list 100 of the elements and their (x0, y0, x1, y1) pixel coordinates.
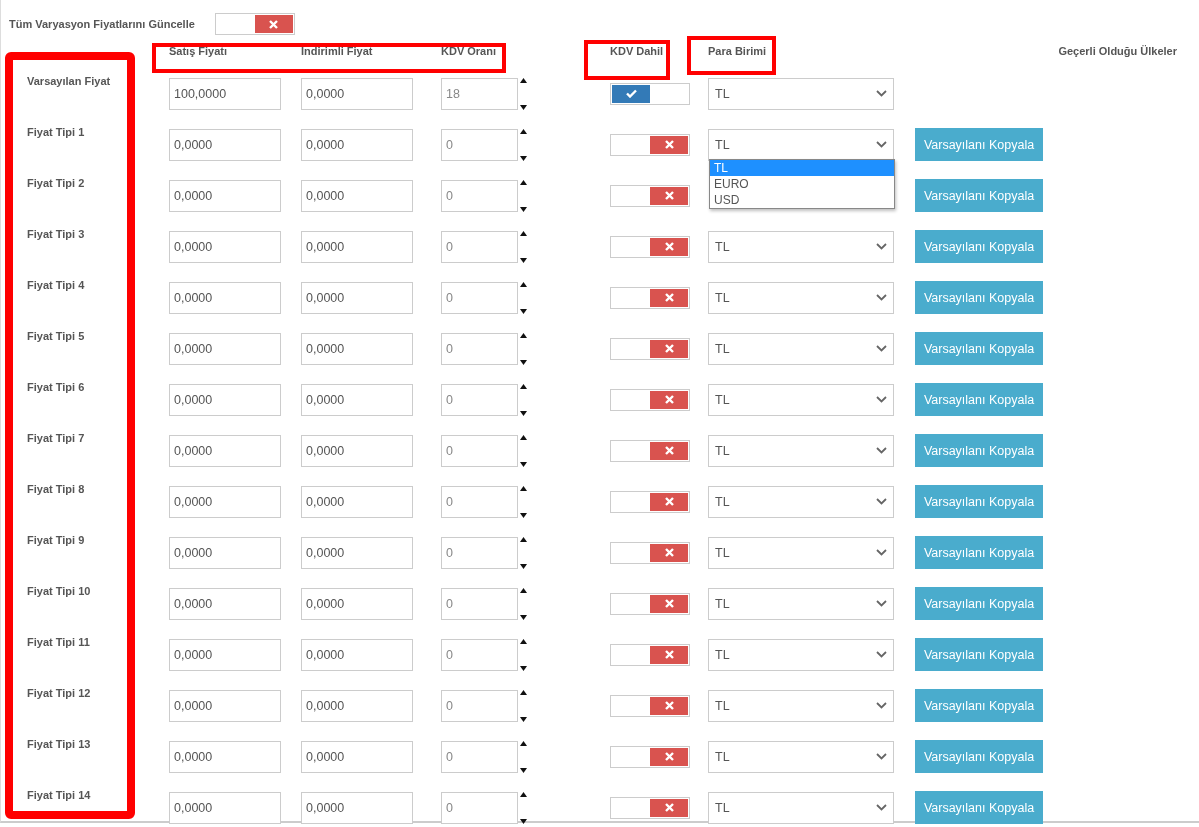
currency-select[interactable]: TL (708, 77, 894, 110)
toggle-switch[interactable] (610, 643, 690, 666)
price-field[interactable]: 0,0000 (301, 332, 413, 365)
row-label: Fiyat Tipi 5 (27, 330, 85, 342)
spinner-icon[interactable] (520, 485, 527, 518)
vat-field[interactable]: 18 (441, 77, 518, 110)
row-label: Fiyat Tipi 9 (27, 534, 85, 546)
toggle-switch[interactable] (610, 541, 690, 564)
price-field[interactable]: 0,0000 (301, 230, 413, 263)
spinner-icon[interactable] (520, 179, 527, 212)
price-field[interactable]: 0,0000 (169, 383, 281, 416)
price-field[interactable]: 0,0000 (301, 638, 413, 671)
chevron-icon (876, 345, 887, 352)
chevron-icon (876, 294, 887, 301)
toggle-switch[interactable] (610, 235, 690, 258)
spinner-icon[interactable] (520, 587, 527, 620)
currency-select[interactable]: TL (708, 587, 894, 620)
price-field[interactable]: 0,0000 (169, 740, 281, 773)
price-field[interactable]: 0,0000 (169, 689, 281, 722)
currency-select[interactable]: TL (708, 230, 894, 263)
toggle-switch[interactable] (610, 439, 690, 462)
price-field[interactable]: 0,0000 (169, 791, 281, 824)
spinner-icon[interactable] (520, 434, 527, 467)
price-field[interactable]: 0,0000 (301, 434, 413, 467)
price-field[interactable]: 0,0000 (301, 689, 413, 722)
toggle-switch[interactable] (610, 745, 690, 768)
vat-field[interactable]: 0 (441, 332, 518, 365)
currency-select[interactable]: TL (708, 791, 894, 824)
spinner-icon[interactable] (520, 791, 527, 824)
spinner-icon[interactable] (520, 77, 527, 110)
vat-field[interactable]: 0 (441, 434, 518, 467)
currency-select[interactable]: TL (708, 281, 894, 314)
price-field[interactable]: 0,0000 (301, 179, 413, 212)
price-field[interactable]: 0,0000 (301, 128, 413, 161)
toggle-switch[interactable] (610, 694, 690, 717)
vat-field[interactable]: 0 (441, 128, 518, 161)
price-field[interactable]: 0,0000 (301, 485, 413, 518)
price-field[interactable]: 0,0000 (301, 536, 413, 569)
vat-field[interactable]: 0 (441, 791, 518, 824)
spinner-icon[interactable] (520, 689, 527, 722)
dropdown-option[interactable]: USD (710, 191, 894, 208)
spinner-icon[interactable] (520, 383, 527, 416)
toggle-switch[interactable] (610, 286, 690, 309)
currency-select[interactable]: TL (708, 638, 894, 671)
chevron-icon (876, 804, 887, 811)
price-field[interactable]: 0,0000 (169, 281, 281, 314)
vat-field[interactable]: 0 (441, 587, 518, 620)
toggle-switch[interactable] (610, 82, 690, 105)
vat-field[interactable]: 0 (441, 230, 518, 263)
toggle-switch[interactable] (610, 388, 690, 411)
toggle-switch[interactable] (610, 490, 690, 513)
close-icon (664, 752, 674, 761)
vat-field[interactable]: 0 (441, 179, 518, 212)
spinner-icon[interactable] (520, 128, 527, 161)
vat-field[interactable]: 0 (441, 536, 518, 569)
currency-select[interactable]: TL (708, 383, 894, 416)
toggle-switch[interactable] (214, 13, 295, 35)
price-field[interactable]: 0,0000 (169, 179, 281, 212)
price-field[interactable]: 0,0000 (169, 536, 281, 569)
spinner-icon[interactable] (520, 740, 527, 773)
price-field[interactable]: 0,0000 (301, 281, 413, 314)
currency-select[interactable]: TL (708, 536, 894, 569)
toggle-switch[interactable] (610, 133, 690, 156)
close-icon (664, 548, 674, 557)
price-field[interactable]: 0,0000 (169, 638, 281, 671)
vat-field[interactable]: 0 (441, 281, 518, 314)
currency-select[interactable]: TL (708, 740, 894, 773)
spinner-icon[interactable] (520, 281, 527, 314)
vat-field[interactable]: 0 (441, 383, 518, 416)
toggle-switch[interactable] (610, 337, 690, 360)
price-field[interactable]: 0,0000 (169, 128, 281, 161)
price-field[interactable]: 0,0000 (169, 434, 281, 467)
price-field[interactable]: 0,0000 (169, 332, 281, 365)
vat-field[interactable]: 0 (441, 689, 518, 722)
chevron-icon (876, 702, 887, 709)
vat-field[interactable]: 0 (441, 638, 518, 671)
spinner-icon[interactable] (520, 638, 527, 671)
toggle-switch[interactable] (610, 592, 690, 615)
price-field[interactable]: 0,0000 (169, 485, 281, 518)
price-field[interactable]: 100,0000 (169, 77, 281, 110)
price-field[interactable]: 0,0000 (301, 791, 413, 824)
dropdown-option[interactable]: EURO (710, 175, 894, 192)
price-field[interactable]: 0,0000 (301, 77, 413, 110)
currency-select[interactable]: TL (708, 485, 894, 518)
price-field[interactable]: 0,0000 (169, 230, 281, 263)
vat-field[interactable]: 0 (441, 485, 518, 518)
spinner-icon[interactable] (520, 332, 527, 365)
chevron-icon (876, 141, 887, 148)
currency-select[interactable]: TL (708, 689, 894, 722)
toggle-switch[interactable] (610, 184, 690, 207)
spinner-icon[interactable] (520, 536, 527, 569)
currency-select[interactable]: TL (708, 434, 894, 467)
currency-select[interactable]: TL (708, 332, 894, 365)
price-field[interactable]: 0,0000 (169, 587, 281, 620)
spinner-icon[interactable] (520, 230, 527, 263)
price-field[interactable]: 0,0000 (301, 740, 413, 773)
price-field[interactable]: 0,0000 (301, 587, 413, 620)
toggle-switch[interactable] (610, 796, 690, 819)
vat-field[interactable]: 0 (441, 740, 518, 773)
price-field[interactable]: 0,0000 (301, 383, 413, 416)
